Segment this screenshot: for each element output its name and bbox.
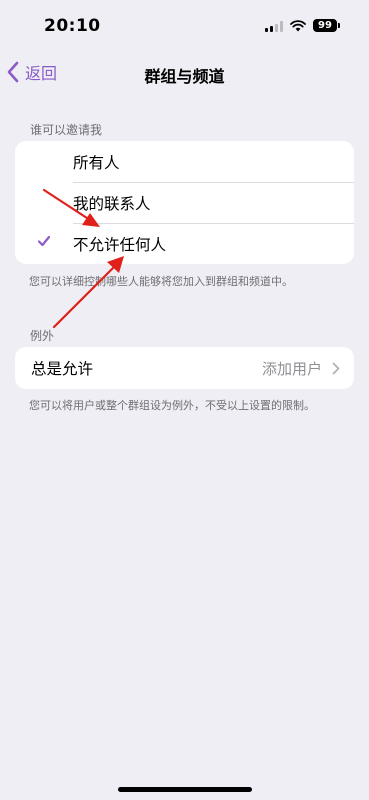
option-label: 不允许任何人	[73, 235, 167, 254]
option-label: 我的联系人	[73, 194, 151, 213]
invite-footer-note: 您可以详细控制哪些人能够将您加入到群组和频道中。	[29, 275, 293, 288]
red-arrow-up-icon	[52, 256, 124, 329]
option-my-contacts[interactable]: 我的联系人	[15, 182, 354, 223]
chevron-right-icon	[332, 362, 340, 375]
checkmark-icon	[37, 235, 51, 247]
cellular-signal-icon	[265, 21, 285, 32]
invite-options-group: 所有人 我的联系人 不允许任何人	[15, 141, 354, 264]
navigation-bar: 返回 群组与频道	[0, 55, 369, 89]
option-label: 所有人	[73, 153, 120, 172]
status-time: 20:10	[44, 16, 101, 36]
add-users-label: 添加用户	[261, 359, 322, 378]
status-bar: 20:10 99	[0, 0, 369, 52]
always-allow-label: 总是允许	[31, 360, 94, 378]
always-allow-row[interactable]: 总是允许 添加用户	[15, 347, 354, 389]
home-indicator	[118, 787, 252, 792]
battery-tip	[338, 23, 340, 28]
wifi-icon	[290, 20, 306, 32]
battery-icon: 99	[313, 19, 337, 32]
page-title: 群组与频道	[144, 67, 225, 86]
option-nobody[interactable]: 不允许任何人	[15, 223, 354, 264]
who-can-invite-header: 谁可以邀请我	[30, 123, 103, 137]
option-everyone[interactable]: 所有人	[15, 141, 354, 182]
exceptions-footer-note: 您可以将用户或整个群组设为例外，不受以上设置的限制。	[29, 399, 315, 412]
exceptions-group: 总是允许 添加用户	[15, 347, 354, 389]
exceptions-header: 例外	[30, 329, 55, 343]
